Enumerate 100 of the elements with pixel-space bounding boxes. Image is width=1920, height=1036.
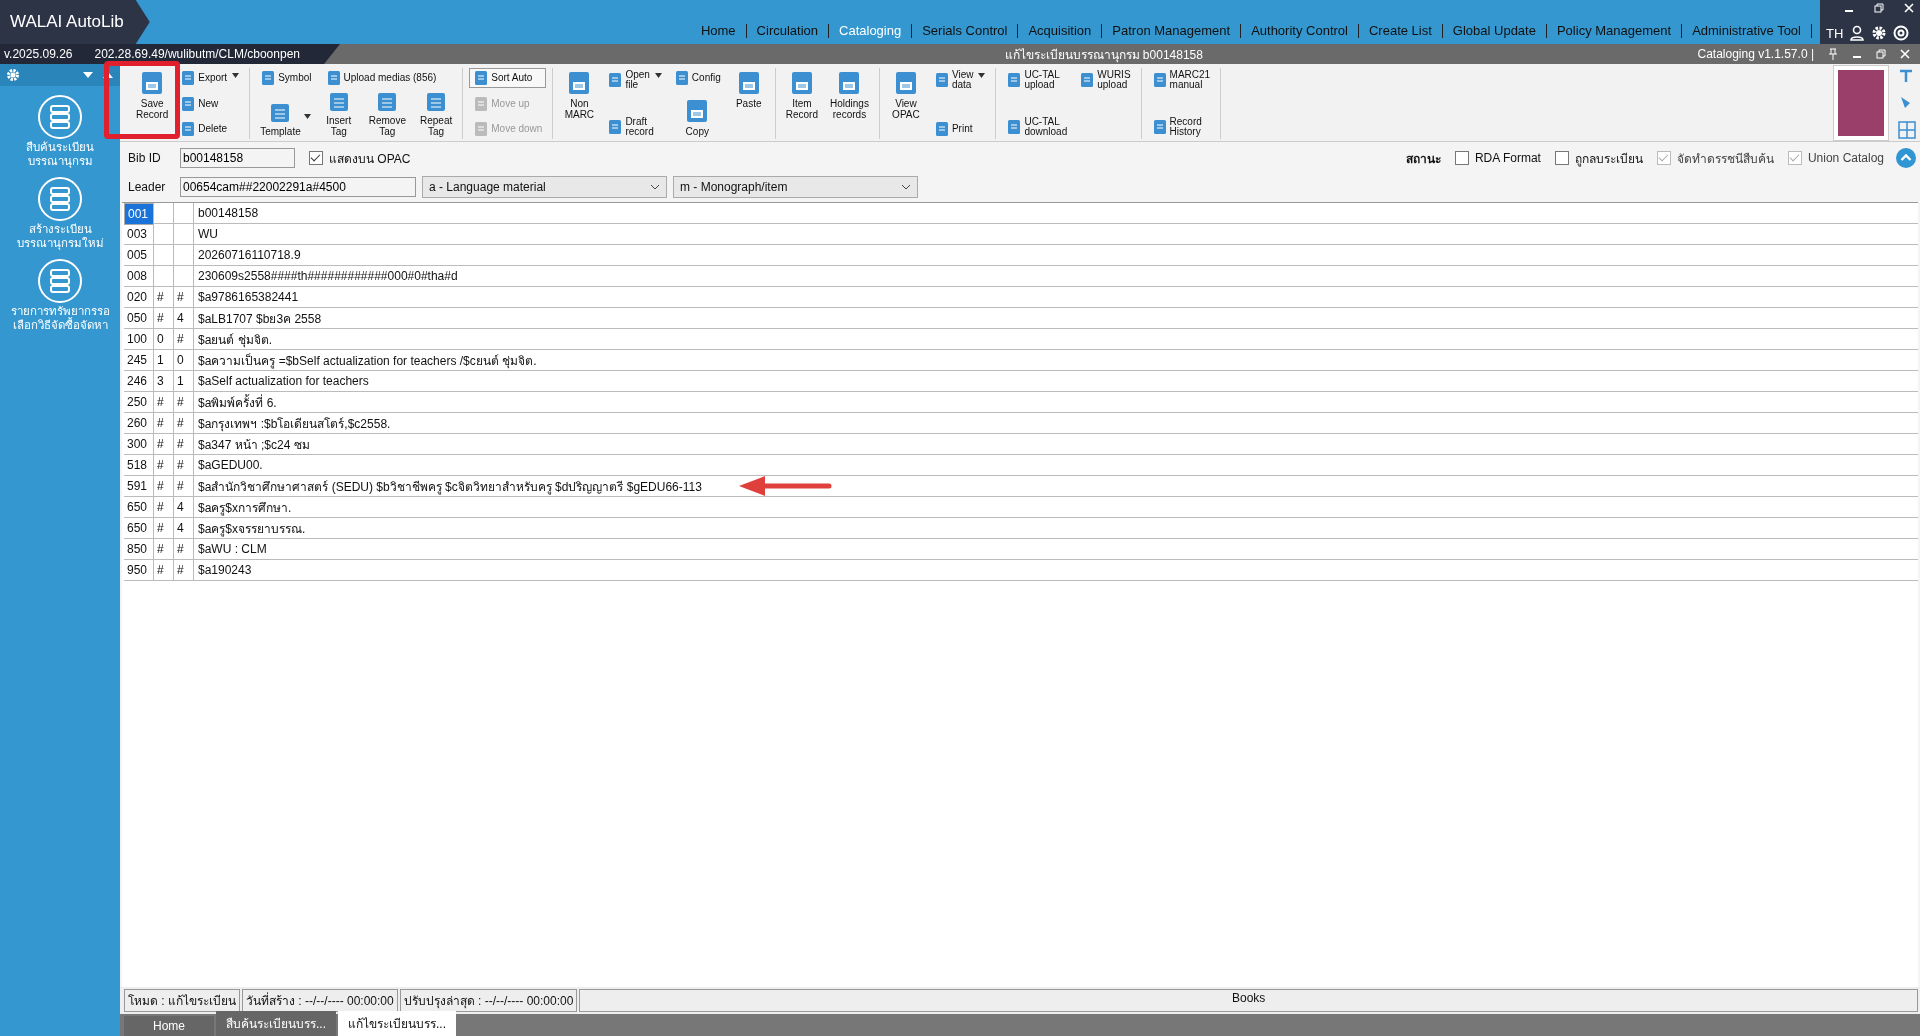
- database-icon[interactable]: [37, 258, 83, 304]
- toolbar-button[interactable]: Record History: [1147, 115, 1215, 139]
- tag-cell[interactable]: 001: [124, 203, 154, 225]
- settings-icon[interactable]: [1871, 25, 1888, 41]
- toolbar-button[interactable]: Open file: [603, 68, 666, 92]
- tag-cell[interactable]: 246: [124, 371, 154, 391]
- tag-cell[interactable]: 100: [124, 329, 154, 349]
- nav-link[interactable]: Home: [690, 24, 747, 38]
- nav-link[interactable]: Circulation: [746, 24, 830, 38]
- bib-level-dropdown[interactable]: m - Monograph/item: [673, 176, 918, 198]
- nav-link[interactable]: Administrative Tool: [1682, 24, 1812, 38]
- bib-id-field[interactable]: b00148158: [180, 148, 295, 168]
- user-icon[interactable]: [1849, 25, 1866, 41]
- toolbar-button[interactable]: WURIS upload: [1075, 68, 1135, 92]
- restore-icon[interactable]: [1874, 3, 1884, 13]
- language-button[interactable]: TH: [1826, 25, 1844, 41]
- toolbar-button[interactable]: View data: [929, 68, 990, 92]
- nav-link[interactable]: Acquisition: [1018, 24, 1103, 38]
- document-tab[interactable]: Home: [124, 1016, 214, 1036]
- nav-link[interactable]: Create List: [1358, 24, 1443, 38]
- tag-cell[interactable]: 650: [124, 518, 154, 538]
- app-logo: WALAI AutoLib: [0, 0, 150, 44]
- toolbar-button[interactable]: Repeat Tag: [416, 89, 457, 139]
- book-cover-placeholder[interactable]: [1834, 66, 1888, 140]
- tag-cell[interactable]: 020: [124, 287, 154, 307]
- toolbar-button[interactable]: Symbol: [256, 68, 316, 88]
- leader-field[interactable]: 00654cam##22002291a#4500: [180, 177, 416, 197]
- tag-cell[interactable]: 003: [124, 224, 154, 244]
- indicator-cell: #: [174, 560, 194, 580]
- tag-cell[interactable]: 850: [124, 539, 154, 559]
- toolbar-button[interactable]: Holdings records: [826, 68, 873, 122]
- caret-down-icon[interactable]: [303, 114, 311, 119]
- indicator-cell: 4: [174, 518, 194, 538]
- document-icon: [180, 95, 197, 112]
- toolbar-button[interactable]: Remove Tag: [364, 89, 410, 139]
- tag-cell[interactable]: 008: [124, 266, 154, 286]
- toolbar-button[interactable]: Draft record: [603, 115, 666, 139]
- toolbar-button[interactable]: Save Record: [132, 68, 173, 122]
- close-icon[interactable]: [1904, 3, 1914, 13]
- chevron-down-icon: [901, 184, 911, 190]
- toolbar-button[interactable]: Non MARC: [559, 68, 600, 122]
- toolbar-button[interactable]: Delete: [176, 119, 244, 139]
- toolbar-button[interactable]: Template: [256, 89, 313, 139]
- tag-cell[interactable]: 250: [124, 392, 154, 412]
- database-icon[interactable]: [37, 176, 83, 222]
- toolbar-button[interactable]: Paste: [728, 68, 769, 111]
- toolbar-button[interactable]: Item Record: [781, 68, 822, 122]
- tag-cell[interactable]: 591: [124, 476, 154, 496]
- database-icon[interactable]: [37, 94, 83, 140]
- toolbar-button[interactable]: UC-TAL download: [1002, 115, 1072, 139]
- indicator-cell: #: [154, 518, 174, 538]
- checkbox-label: จัดทำดรรชนีสืบค้น: [1676, 150, 1774, 168]
- tag-cell[interactable]: 650: [124, 497, 154, 517]
- checkbox[interactable]: [309, 151, 323, 165]
- status-label: สถานะ: [1405, 150, 1441, 168]
- collapse-down-icon[interactable]: [82, 71, 94, 79]
- toolbar-button[interactable]: Copy: [669, 96, 725, 139]
- tag-cell[interactable]: 050: [124, 308, 154, 328]
- tag-cell[interactable]: 260: [124, 413, 154, 433]
- record-type-dropdown[interactable]: a - Language material: [422, 176, 667, 198]
- checkbox[interactable]: [1454, 151, 1469, 165]
- document-icon: [933, 72, 950, 88]
- tag-cell[interactable]: 005: [124, 245, 154, 265]
- restore-icon[interactable]: [1876, 49, 1886, 59]
- document-icon: [933, 121, 950, 137]
- toolbar-button[interactable]: UC-TAL upload: [1002, 68, 1072, 92]
- document-tab[interactable]: แก้ไขระเบียนบรร...: [338, 1011, 457, 1036]
- caret-down-icon[interactable]: [654, 73, 662, 78]
- document-icon: [327, 91, 350, 113]
- toolbar-button[interactable]: Sort Auto: [469, 68, 547, 88]
- toolbar-button[interactable]: Export: [176, 68, 244, 88]
- toolbar-button[interactable]: Config: [669, 68, 725, 88]
- toolbar-button[interactable]: Upload medias (856): [321, 68, 441, 88]
- document-tab[interactable]: สืบค้นระเบียนบรร...: [216, 1011, 336, 1036]
- nav-link[interactable]: Authority Control: [1241, 24, 1359, 38]
- tag-cell[interactable]: 245: [124, 350, 154, 370]
- toolbar-button[interactable]: New: [176, 93, 244, 114]
- toolbar-button[interactable]: Print: [929, 119, 990, 139]
- nav-link[interactable]: Policy Management: [1546, 24, 1683, 38]
- pin-icon[interactable]: [1828, 48, 1838, 60]
- toolbar-button[interactable]: Insert Tag: [318, 89, 359, 139]
- grid-icon[interactable]: [1898, 121, 1916, 139]
- nav-link[interactable]: Global Update: [1442, 24, 1547, 38]
- close-icon[interactable]: [1900, 49, 1910, 59]
- checkbox[interactable]: [1554, 151, 1569, 165]
- field-data-cell-text: b00148158: [197, 205, 260, 222]
- indicator-cell: #: [174, 434, 194, 454]
- nav-link[interactable]: Serials Control: [912, 24, 1019, 38]
- caret-down-icon[interactable]: [978, 73, 986, 78]
- indicator-cell: #: [154, 308, 174, 328]
- toolbar-button[interactable]: View OPAC: [885, 68, 926, 122]
- document-icon: [325, 70, 342, 86]
- text-format-icon[interactable]: [1898, 68, 1914, 84]
- collapse-up-icon[interactable]: [1896, 148, 1916, 168]
- caret-down-icon[interactable]: [232, 73, 240, 78]
- tag-cell[interactable]: 300: [124, 434, 154, 454]
- nav-link[interactable]: Patron Management: [1102, 24, 1242, 38]
- tag-cell[interactable]: 950: [124, 560, 154, 580]
- toolbar-button[interactable]: MARC21 manual: [1147, 68, 1215, 92]
- tag-cell[interactable]: 518: [124, 455, 154, 475]
